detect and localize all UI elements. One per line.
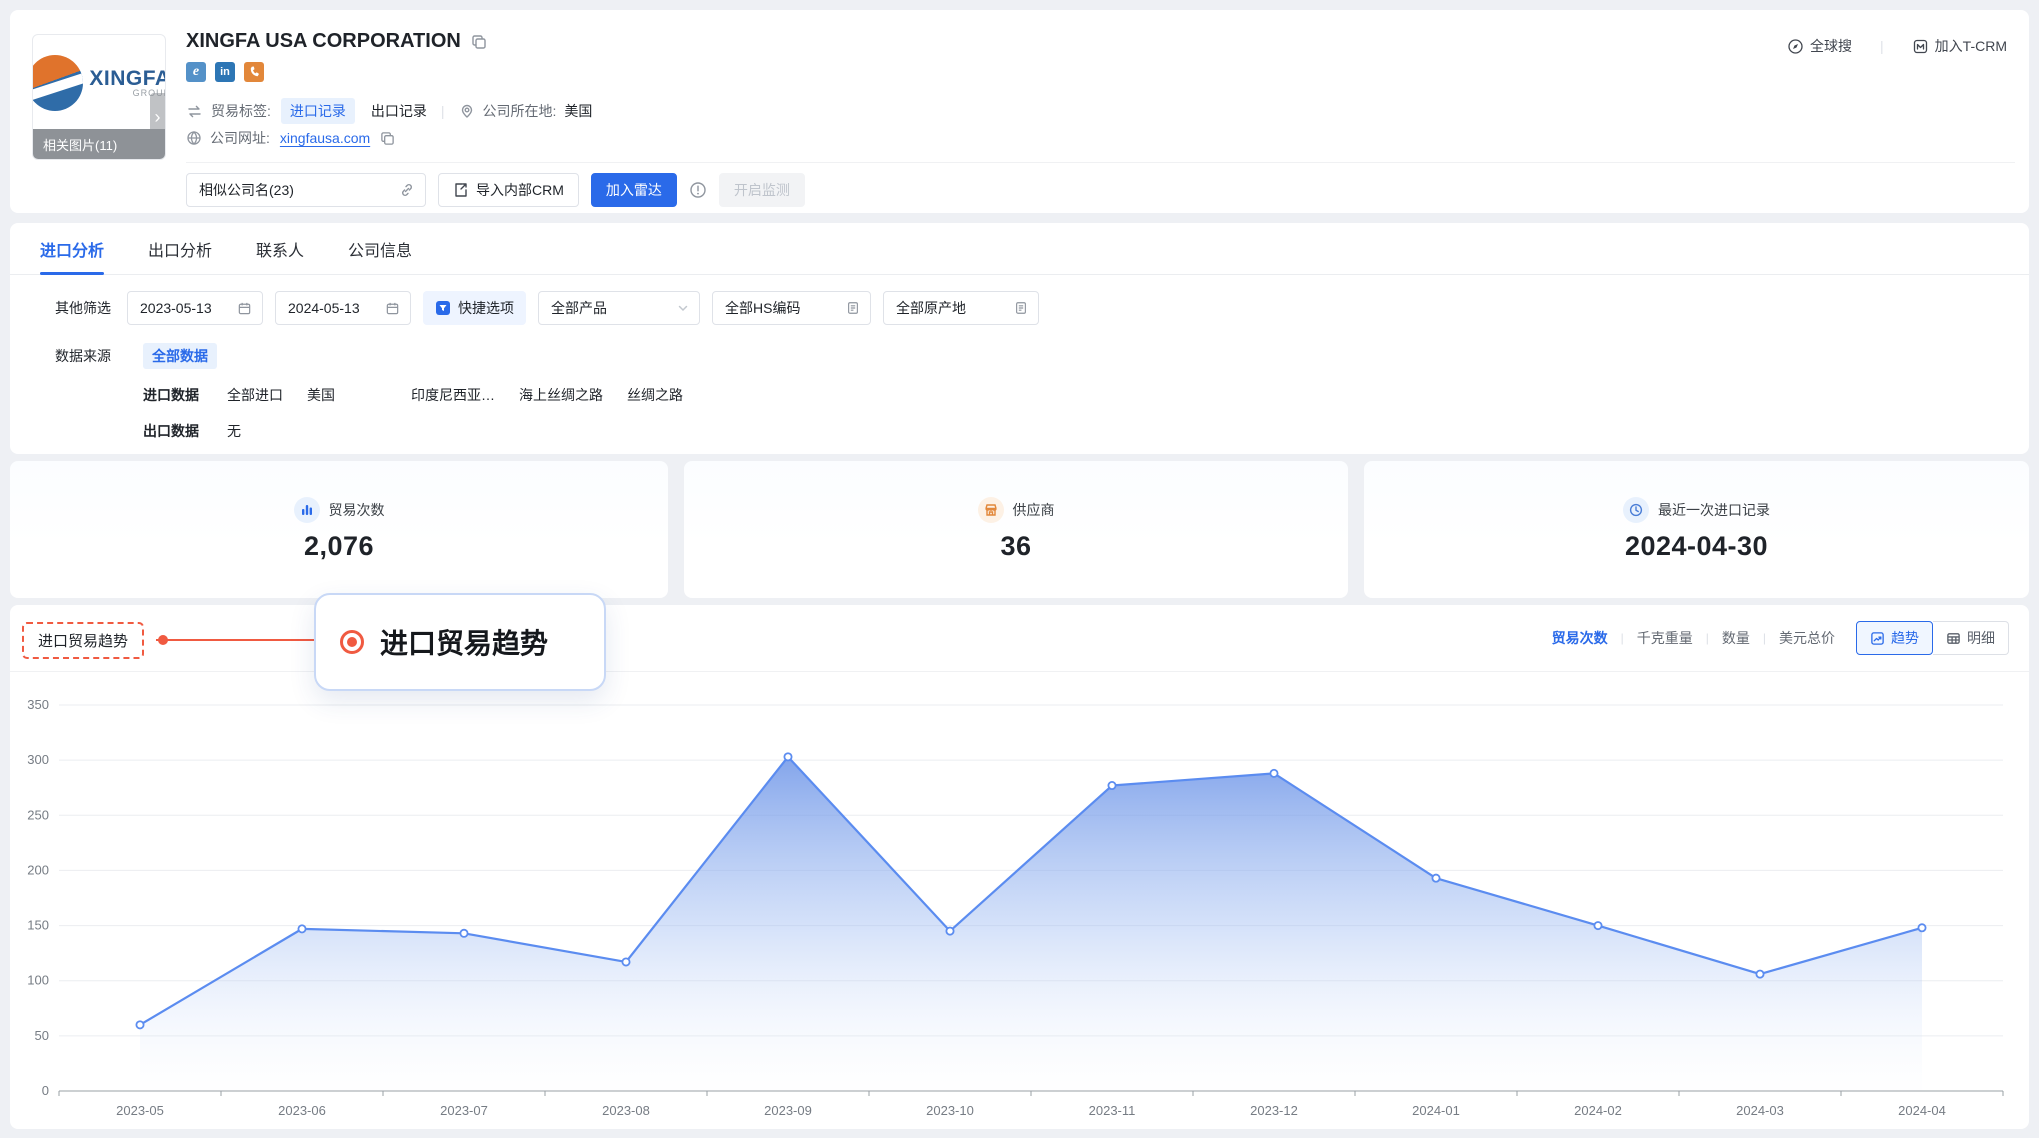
svg-text:200: 200 <box>27 862 49 877</box>
clock-icon <box>1623 497 1649 523</box>
date-from-input[interactable]: 2023-05-13 <box>127 291 263 325</box>
trade-tag-import[interactable]: 进口记录 <box>281 98 355 124</box>
linkedin-icon[interactable]: in <box>215 62 235 82</box>
svg-text:350: 350 <box>27 697 49 712</box>
import-icon <box>453 182 469 198</box>
exchange-arrows-icon <box>186 103 203 120</box>
tab-contacts[interactable]: 联系人 <box>256 223 304 275</box>
svg-text:2023-09: 2023-09 <box>764 1103 812 1118</box>
import-data-label: 进口数据 <box>143 385 199 405</box>
globe-icon <box>186 130 202 146</box>
stat-label: 最近一次进口记录 <box>1658 500 1770 520</box>
import-source-item[interactable]: 印度尼西亚… <box>411 385 495 405</box>
company-header-card: XINGFA GROUP › 相关图片(11) XINGFA USA CORPO… <box>10 10 2029 213</box>
stat-card-latest-import: 最近一次进口记录 2024-04-30 <box>1364 461 2029 598</box>
bar-chart-icon <box>294 497 320 523</box>
stat-label: 贸易次数 <box>329 500 385 520</box>
all-products-select[interactable]: 全部产品 <box>538 291 700 325</box>
all-data-chip[interactable]: 全部数据 <box>143 343 217 369</box>
store-icon <box>978 497 1004 523</box>
quick-filter-icon <box>435 300 451 316</box>
svg-text:250: 250 <box>27 807 49 822</box>
phone-icon[interactable] <box>244 62 264 82</box>
document-icon <box>846 301 860 315</box>
svg-text:2023-10: 2023-10 <box>926 1103 974 1118</box>
date-to-input[interactable]: 2024-05-13 <box>275 291 411 325</box>
info-icon[interactable] <box>689 181 707 199</box>
svg-text:2023-07: 2023-07 <box>440 1103 488 1118</box>
website-label: 公司网址: <box>210 128 270 148</box>
crm-badge-icon <box>1912 38 1929 55</box>
import-source-item[interactable]: 美国 <box>307 385 335 405</box>
website-link[interactable]: xingfausa.com <box>280 130 370 146</box>
svg-text:2024-04: 2024-04 <box>1898 1103 1946 1118</box>
data-source-label: 数据来源 <box>55 346 127 366</box>
svg-text:2023-08: 2023-08 <box>602 1103 650 1118</box>
company-name: XINGFA USA CORPORATION <box>186 30 461 53</box>
compass-icon <box>1787 38 1804 55</box>
svg-text:2023-12: 2023-12 <box>1250 1103 1298 1118</box>
stat-card-trade-count: 贸易次数 2,076 <box>10 461 668 598</box>
svg-text:2024-01: 2024-01 <box>1412 1103 1460 1118</box>
quick-options-button[interactable]: 快捷选项 <box>423 291 526 325</box>
location-label: 公司所在地: <box>483 101 557 121</box>
import-source-item[interactable]: 海上丝绸之路 <box>519 385 603 405</box>
other-filters-label: 其他筛选 <box>55 298 111 318</box>
trade-label-title: 贸易标签: <box>211 101 271 121</box>
svg-text:2023-06: 2023-06 <box>278 1103 326 1118</box>
all-hs-codes-select[interactable]: 全部HS编码 <box>712 291 871 325</box>
stat-card-suppliers: 供应商 36 <box>684 461 1348 598</box>
import-source-item[interactable]: 全部进口 <box>227 385 283 405</box>
tab-company-info[interactable]: 公司信息 <box>348 223 412 275</box>
analysis-card: 进口分析 出口分析 联系人 公司信息 其他筛选 2023-05-13 2024-… <box>10 223 2029 454</box>
import-crm-button[interactable]: 导入内部CRM <box>438 173 579 207</box>
document-icon <box>1014 301 1028 315</box>
svg-text:150: 150 <box>27 918 49 933</box>
stat-label: 供应商 <box>1013 500 1055 520</box>
company-logo: XINGFA GROUP <box>33 35 165 131</box>
export-data-label: 出口数据 <box>143 421 199 441</box>
tab-export-analysis[interactable]: 出口分析 <box>148 223 212 275</box>
logo-globe-icon <box>32 55 83 111</box>
annotation-callout: 进口贸易趋势 <box>314 593 606 691</box>
import-source-item[interactable]: 丝绸之路 <box>627 385 683 405</box>
chevron-down-icon <box>677 302 689 314</box>
global-search-button[interactable]: 全球搜 <box>1787 36 1852 56</box>
svg-text:0: 0 <box>42 1083 49 1098</box>
copy-icon[interactable] <box>380 131 395 146</box>
import-trend-card: 进口贸易趋势 进口贸易趋势 贸易次数 | 千克重量 | 数量 | 美元总价 趋势… <box>10 605 2029 1129</box>
svg-text:2024-03: 2024-03 <box>1736 1103 1784 1118</box>
calendar-icon <box>237 301 252 316</box>
stat-value: 2024-04-30 <box>1625 531 1768 562</box>
related-images-caption[interactable]: 相关图片(11) <box>33 129 165 159</box>
link-icon <box>399 182 415 198</box>
logo-text: XINGFA <box>89 68 166 89</box>
svg-text:300: 300 <box>27 752 49 767</box>
export-data-value: 无 <box>227 421 241 441</box>
calendar-icon <box>385 301 400 316</box>
website-icon[interactable]: e <box>186 62 206 82</box>
trade-trend-chart[interactable]: 0 50 100 150 200 250 300 350 2023-05 2023-06 2023-… <box>10 605 2029 1129</box>
svg-text:50: 50 <box>35 1028 49 1043</box>
join-tcrm-button[interactable]: 加入T-CRM <box>1912 36 2007 56</box>
similar-companies-field[interactable]: 相似公司名(23) <box>186 173 426 207</box>
svg-text:100: 100 <box>27 973 49 988</box>
copy-icon[interactable] <box>471 34 487 50</box>
add-radar-button[interactable]: 加入雷达 <box>591 173 677 207</box>
svg-text:2023-05: 2023-05 <box>116 1103 164 1118</box>
annotation-callout-text: 进口贸易趋势 <box>380 622 548 662</box>
stat-value: 36 <box>1000 531 1031 562</box>
location-pin-icon <box>459 103 475 119</box>
location-value: 美国 <box>564 101 592 121</box>
bullseye-icon <box>340 630 364 654</box>
svg-text:2023-11: 2023-11 <box>1089 1103 1136 1118</box>
start-monitor-button[interactable]: 开启监测 <box>719 173 805 207</box>
trade-tag-export[interactable]: 出口记录 <box>371 101 427 121</box>
tab-import-analysis[interactable]: 进口分析 <box>40 223 104 275</box>
all-origins-select[interactable]: 全部原产地 <box>883 291 1039 325</box>
stat-value: 2,076 <box>304 531 374 562</box>
svg-text:2024-02: 2024-02 <box>1574 1103 1622 1118</box>
company-image-thumbnail[interactable]: XINGFA GROUP › 相关图片(11) <box>32 34 166 160</box>
